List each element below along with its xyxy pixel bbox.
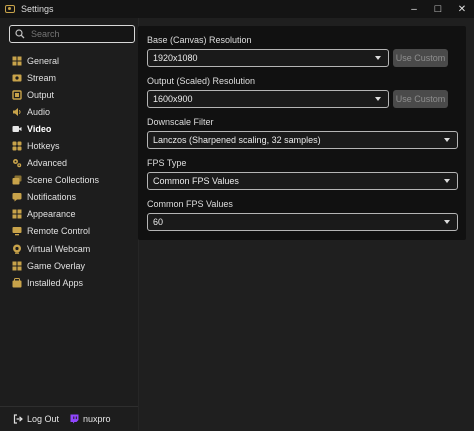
advanced-icon [12,158,22,168]
output-use-custom-button[interactable]: Use Custom [393,90,448,108]
output-resolution-value: 1600x900 [153,94,193,104]
chevron-down-icon [444,179,450,183]
sidebar: General Stream Output Audio Video Hotkey… [0,18,139,430]
user-account: nuxpro [69,414,111,424]
sidebar-item-label: Stream [27,72,57,83]
sidebar-item-label: Hotkeys [27,141,60,152]
output-icon [12,90,22,100]
twitch-icon [70,414,79,424]
logout-label: Log Out [27,414,60,424]
chevron-down-icon [444,220,450,224]
sidebar-item-appearance[interactable]: Appearance [0,206,138,223]
search-icon [15,29,25,39]
sidebar-item-label: Audio [27,106,51,117]
sidebar-item-general[interactable]: General [0,52,138,69]
sidebar-item-label: General [27,55,60,66]
sidebar-item-stream[interactable]: Stream [0,69,138,86]
downscale-filter-select[interactable]: Lanczos (Sharpened scaling, 32 samples) [147,131,458,149]
sidebar-item-label: Notifications [27,192,77,203]
title-bar: Settings – □ ✕ [0,0,474,18]
fps-type-select[interactable]: Common FPS Values [147,172,458,190]
fps-type-label: FPS Type [147,158,187,168]
window-title: Settings [21,4,54,14]
sidebar-item-label: Virtual Webcam [27,243,91,254]
remote-control-icon [12,226,22,236]
game-overlay-icon [12,261,22,271]
downscale-filter-label: Downscale Filter [147,117,214,127]
sidebar-item-game-overlay[interactable]: Game Overlay [0,257,138,274]
output-resolution-select[interactable]: 1600x900 [147,90,389,108]
common-fps-select[interactable]: 60 [147,213,458,231]
chevron-down-icon [375,97,381,101]
installed-apps-icon [12,277,22,288]
sidebar-item-label: Appearance [27,209,76,220]
sidebar-item-hotkeys[interactable]: Hotkeys [0,137,138,154]
sidebar-item-installed-apps[interactable]: Installed Apps [0,274,138,291]
search-input[interactable] [31,29,121,39]
username: nuxpro [83,414,111,424]
window-controls: – □ ✕ [402,0,474,18]
sidebar-item-remote-control[interactable]: Remote Control [0,223,138,240]
logout-icon [13,414,23,424]
sidebar-item-video[interactable]: Video [0,120,138,137]
sidebar-item-label: Advanced [27,158,68,169]
base-resolution-value: 1920x1080 [153,53,198,63]
fps-type-value: Common FPS Values [153,176,239,186]
app-logo-icon [5,5,15,13]
chevron-down-icon [375,56,381,60]
base-use-custom-button[interactable]: Use Custom [393,49,448,67]
sidebar-item-label: Output [27,89,55,100]
hotkeys-icon [12,141,22,151]
sidebar-item-label: Scene Collections [27,175,100,186]
audio-icon [12,107,22,117]
scene-collections-icon [12,175,22,185]
common-fps-value: 60 [153,217,164,227]
sidebar-item-label: Game Overlay [27,260,86,271]
sidebar-item-advanced[interactable]: Advanced [0,155,138,172]
sidebar-item-audio[interactable]: Audio [0,103,138,120]
close-button[interactable]: ✕ [450,0,474,18]
search-box[interactable] [9,25,135,43]
chevron-down-icon [444,138,450,142]
output-resolution-label: Output (Scaled) Resolution [147,76,256,86]
settings-nav: General Stream Output Audio Video Hotkey… [0,52,138,291]
sidebar-item-notifications[interactable]: Notifications [0,189,138,206]
sidebar-item-virtual-webcam[interactable]: Virtual Webcam [0,240,138,257]
minimize-button[interactable]: – [402,0,426,18]
video-settings-panel: Base (Canvas) Resolution 1920x1080 Use C… [138,26,466,240]
sidebar-item-label: Video [27,123,52,134]
maximize-button[interactable]: □ [426,0,450,18]
notifications-icon [12,192,22,202]
sidebar-item-label: Installed Apps [27,277,84,288]
common-fps-label: Common FPS Values [147,199,233,209]
stream-icon [12,73,22,83]
appearance-icon [12,209,22,219]
virtual-webcam-icon [12,244,22,254]
sidebar-item-label: Remote Control [27,226,91,237]
base-resolution-label: Base (Canvas) Resolution [147,35,252,45]
sidebar-item-scene-collections[interactable]: Scene Collections [0,172,138,189]
sidebar-item-output[interactable]: Output [0,86,138,103]
video-icon [12,124,22,134]
base-resolution-select[interactable]: 1920x1080 [147,49,389,67]
sidebar-footer: Log Out nuxpro [0,406,138,431]
downscale-filter-value: Lanczos (Sharpened scaling, 32 samples) [153,135,321,145]
logout-button[interactable]: Log Out [13,414,59,424]
general-icon [12,56,22,66]
